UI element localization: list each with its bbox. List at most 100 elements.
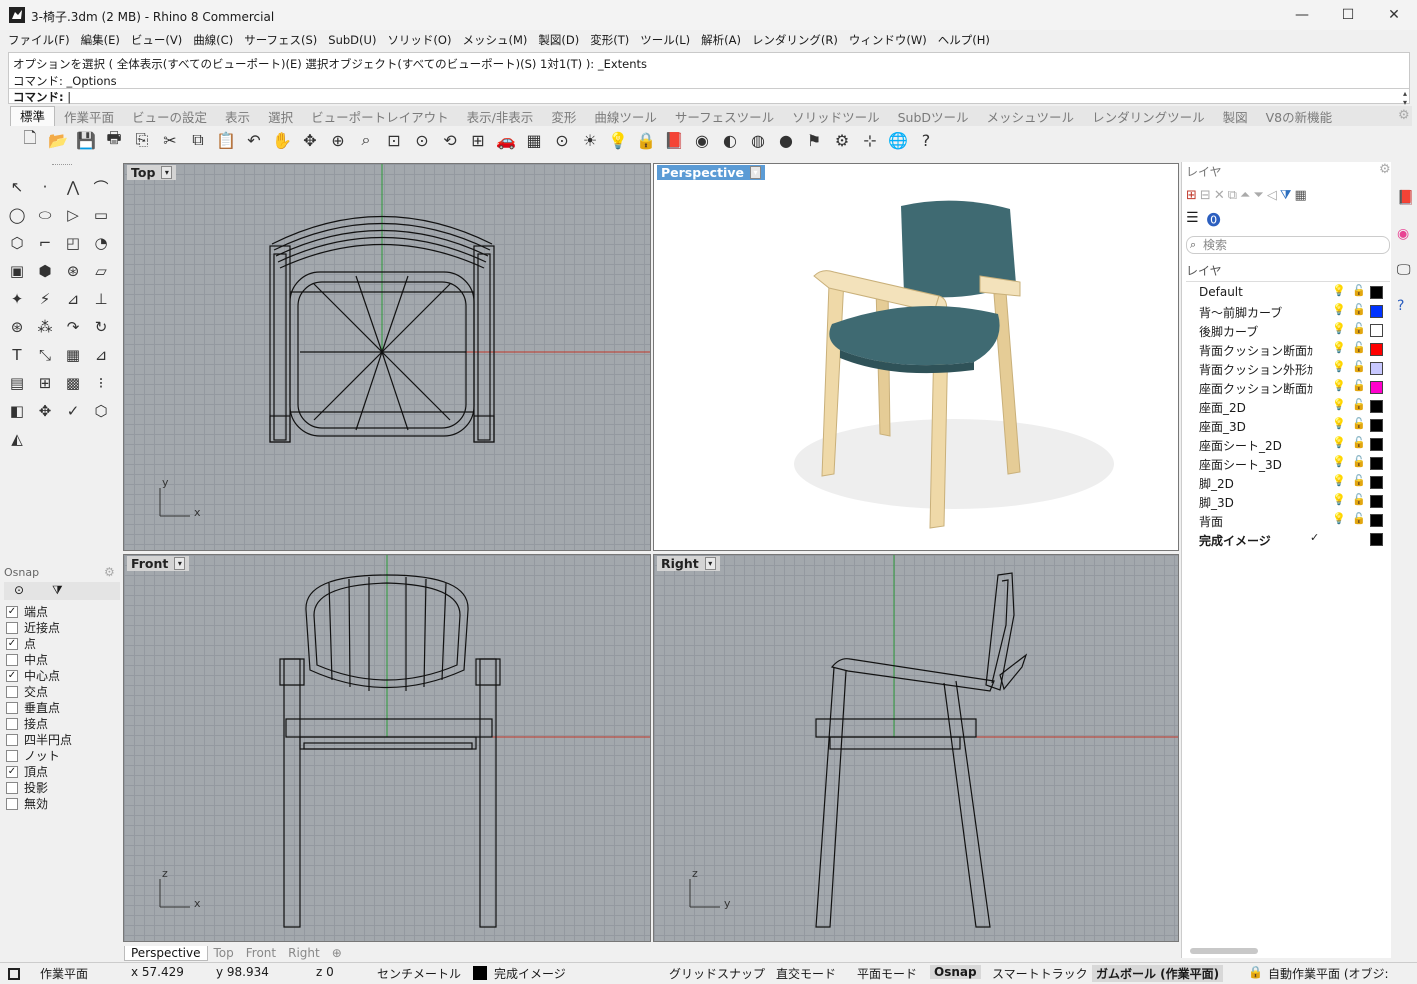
- rotate-view-icon[interactable]: ✥: [296, 128, 324, 152]
- left-tool-icon[interactable]: ⚡: [32, 286, 58, 312]
- osnap-checkbox[interactable]: [6, 621, 18, 634]
- lock-open-icon[interactable]: 🔓: [1352, 360, 1366, 373]
- toolbar-tab[interactable]: 曲線ツール: [585, 107, 666, 126]
- osnap-item[interactable]: 無効: [6, 795, 48, 812]
- car-icon[interactable]: 🚗: [492, 128, 520, 152]
- left-tool-icon[interactable]: ⊛: [4, 314, 30, 340]
- grid-snap-toggle[interactable]: グリッドスナップ: [669, 965, 765, 982]
- layer-row[interactable]: 背面クッション外形ｶ 💡 🔓: [1182, 359, 1392, 378]
- layer-color-swatch[interactable]: [1370, 476, 1383, 489]
- osnap-checkbox[interactable]: [6, 717, 18, 730]
- tabs-settings-gear-icon[interactable]: ⚙: [1398, 108, 1410, 123]
- minimize-button[interactable]: —: [1279, 0, 1325, 30]
- left-tool-icon[interactable]: ▦: [60, 342, 86, 368]
- layer-color-swatch[interactable]: [1370, 457, 1383, 470]
- viewport-layout-icon[interactable]: ⊞: [464, 128, 492, 152]
- visibility-bulb-icon[interactable]: 💡: [1332, 303, 1346, 316]
- material-icon[interactable]: ◐: [716, 128, 744, 152]
- layer-row[interactable]: 背～前脚カーブ 💡 🔓: [1182, 302, 1392, 321]
- osnap-item[interactable]: ✓ 頂点: [6, 763, 48, 780]
- lock-open-icon[interactable]: 🔓: [1352, 512, 1366, 525]
- toolbar-tab[interactable]: 選択: [259, 107, 302, 126]
- left-tool-icon[interactable]: ◧: [4, 398, 30, 424]
- rotate-icon[interactable]: ⟲: [436, 128, 464, 152]
- lock-open-icon[interactable]: 🔓: [1352, 284, 1366, 297]
- viewport-tab[interactable]: Top: [208, 946, 240, 960]
- menu-item[interactable]: ビュー(V): [127, 32, 189, 48]
- layer-color-swatch[interactable]: [1370, 438, 1383, 451]
- color-wheel-icon[interactable]: ◉: [688, 128, 716, 152]
- new-icon[interactable]: 🗋: [16, 128, 44, 152]
- layer-color-swatch[interactable]: [1370, 362, 1383, 375]
- status-units[interactable]: センチメートル: [377, 965, 461, 982]
- pan-icon[interactable]: ✋: [268, 128, 296, 152]
- lock-open-icon[interactable]: 🔓: [1352, 398, 1366, 411]
- left-tool-icon[interactable]: ⊿: [88, 342, 114, 368]
- print-icon[interactable]: 🖶: [100, 128, 128, 152]
- menu-item[interactable]: 製図(D): [534, 32, 586, 48]
- close-button[interactable]: ✕: [1371, 0, 1417, 30]
- left-tool-icon[interactable]: ◰: [60, 230, 86, 256]
- layer-color-swatch[interactable]: [1370, 381, 1383, 394]
- zoom-window-icon[interactable]: ⌕: [352, 128, 380, 152]
- menu-item[interactable]: レンダリング(R): [748, 32, 845, 48]
- viewport-menu-chevron-icon[interactable]: ▾: [161, 166, 173, 179]
- osnap-item[interactable]: 中点: [6, 651, 48, 668]
- materials-panel-tab-icon[interactable]: ◉: [1397, 226, 1409, 242]
- open-icon[interactable]: 📂: [44, 128, 72, 152]
- left-tool-icon[interactable]: ↖: [4, 174, 30, 200]
- layer-row[interactable]: 座面シート_2D 💡 🔓: [1182, 435, 1392, 454]
- layer-color-swatch[interactable]: [1370, 514, 1383, 527]
- paste-icon[interactable]: 📋: [212, 128, 240, 152]
- layer-color-swatch[interactable]: [1370, 533, 1383, 546]
- visibility-bulb-icon[interactable]: 💡: [1332, 360, 1346, 373]
- zoom-icon[interactable]: ⊕: [324, 128, 352, 152]
- osnap-item[interactable]: ✓ 端点: [6, 603, 48, 620]
- menu-icon[interactable]: ☰: [1186, 210, 1199, 230]
- left-tool-icon[interactable]: ▭: [88, 202, 114, 228]
- lock-open-icon[interactable]: 🔓: [1352, 341, 1366, 354]
- help-panel-tab-icon[interactable]: ?: [1397, 298, 1404, 314]
- left-tool-icon[interactable]: ⊿: [60, 286, 86, 312]
- left-tool-icon[interactable]: ⁂: [32, 314, 58, 340]
- layer-icon[interactable]: 📕: [660, 128, 688, 152]
- left-tool-icon[interactable]: ▷: [60, 202, 86, 228]
- smart-track-toggle[interactable]: スマートトラック: [992, 965, 1088, 982]
- layers-settings-gear-icon[interactable]: ⚙: [1379, 162, 1391, 177]
- left-tool-icon[interactable]: ✓: [60, 398, 86, 424]
- osnap-settings-gear-icon[interactable]: ⚙: [104, 565, 115, 579]
- undo-icon[interactable]: ↶: [240, 128, 268, 152]
- left-tool-icon[interactable]: ⬭: [32, 202, 58, 228]
- toolbar-tab[interactable]: サーフェスツール: [666, 107, 783, 126]
- left-tool-icon[interactable]: ⊥: [88, 286, 114, 312]
- lock-open-icon[interactable]: 🔓: [1352, 436, 1366, 449]
- osnap-filter-icon[interactable]: ⧩: [52, 583, 63, 598]
- display-panel-tab-icon[interactable]: 🖵: [1397, 262, 1411, 278]
- osnap-checkbox[interactable]: [6, 701, 18, 714]
- osnap-checkbox[interactable]: [6, 733, 18, 746]
- menu-item[interactable]: 変形(T): [586, 32, 636, 48]
- menu-item[interactable]: ヘルプ(H): [934, 32, 997, 48]
- viewport-menu-chevron-icon[interactable]: ▾: [704, 557, 716, 570]
- left-tool-icon[interactable]: ⊛: [60, 258, 86, 284]
- osnap-item[interactable]: 交点: [6, 683, 48, 700]
- layer-row[interactable]: 背面クッション断面ｶ 💡 🔓: [1182, 340, 1392, 359]
- left-tool-icon[interactable]: ↷: [60, 314, 86, 340]
- viewport-menu-chevron-icon[interactable]: ▾: [174, 557, 186, 570]
- osnap-item[interactable]: 投影: [6, 779, 48, 796]
- osnap-target-icon[interactable]: ⊙: [14, 583, 24, 597]
- sphere-render-icon[interactable]: ●: [772, 128, 800, 152]
- osnap-checkbox[interactable]: [6, 653, 18, 666]
- toolbar-tab[interactable]: SubDツール: [889, 107, 978, 126]
- dimension-icon[interactable]: ⊹: [856, 128, 884, 152]
- osnap-item[interactable]: 近接点: [6, 619, 60, 636]
- layer-search-input[interactable]: ⌕ 検索: [1186, 236, 1390, 254]
- left-tool-icon[interactable]: T: [4, 342, 30, 368]
- visibility-bulb-icon[interactable]: 💡: [1332, 398, 1346, 411]
- visibility-bulb-icon[interactable]: 💡: [1332, 341, 1346, 354]
- menu-item[interactable]: 解析(A): [697, 32, 748, 48]
- toolbar-tab[interactable]: 作業平面: [55, 107, 123, 126]
- osnap-item[interactable]: 接点: [6, 715, 48, 732]
- osnap-item[interactable]: ノット: [6, 747, 60, 764]
- osnap-checkbox[interactable]: [6, 781, 18, 794]
